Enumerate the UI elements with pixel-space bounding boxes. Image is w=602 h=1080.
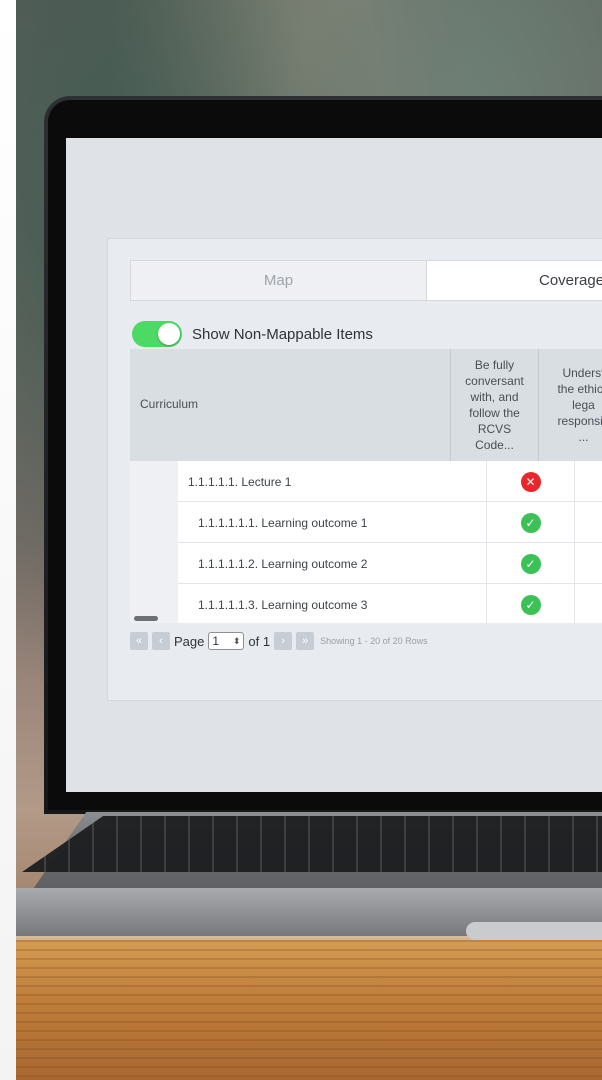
coverage-cell[interactable]: ✓	[486, 543, 574, 584]
tab-coverage[interactable]: Coverage	[426, 260, 602, 301]
chevron-left-icon[interactable]: ‹	[152, 632, 170, 650]
horizontal-scrollbar[interactable]	[134, 616, 158, 621]
row-gutter	[130, 543, 178, 584]
laptop-screen: Map Coverage Show Non-Mappable Items Cur…	[66, 138, 602, 792]
coverage-cell[interactable]: ✓	[486, 584, 574, 623]
row-label: 1.1.1.1.1. Lecture 1	[188, 474, 292, 489]
row-label: 1.1.1.1.1.2. Learning outcome 2	[198, 556, 368, 571]
show-non-mappable-toggle[interactable]	[132, 321, 182, 347]
row-label: 1.1.1.1.1.3. Learning outcome 3	[198, 597, 368, 612]
curriculum-column-header[interactable]: Curriculum	[140, 397, 198, 411]
page-select[interactable]: 1 ⬍	[208, 632, 245, 650]
table-row[interactable]: 1.1.1.1.1. Lecture 1 ✕	[130, 461, 602, 502]
double-chevron-left-icon[interactable]: «	[130, 632, 148, 650]
coverage-cell[interactable]	[574, 543, 602, 584]
grid-header: Curriculum Be fully conversant with, and…	[130, 349, 602, 462]
toggle-label: Show Non-Mappable Items	[192, 325, 373, 343]
updown-arrow-icon: ⬍	[232, 635, 241, 646]
coverage-cell[interactable]	[574, 584, 602, 623]
laptop-keyboard	[22, 816, 602, 872]
page-select-value: 1	[212, 634, 220, 648]
page-count-label: of 1	[248, 633, 271, 649]
x-circle-icon: ✕	[520, 471, 541, 492]
coverage-panel: Map Coverage Show Non-Mappable Items Cur…	[107, 238, 602, 701]
row-gutter	[130, 502, 178, 543]
row-gutter	[130, 461, 178, 502]
toggle-knob	[158, 323, 180, 345]
outcome-column-header-2[interactable]: Underst the ethica lega responsib ...	[538, 349, 602, 461]
chevron-right-icon[interactable]: ›	[274, 632, 293, 650]
pagination-bar: « ‹ Page 1 ⬍ of 1 › » Showing 1 - 20 of …	[130, 631, 428, 651]
left-edge-strip	[0, 0, 16, 1080]
row-label: 1.1.1.1.1.1. Learning outcome 1	[198, 515, 368, 530]
laptop-notch	[466, 922, 602, 940]
table-row[interactable]: 1.1.1.1.1.3. Learning outcome 3 ✓	[130, 584, 602, 623]
coverage-cell[interactable]	[574, 461, 602, 502]
wooden-desk	[16, 940, 602, 1080]
coverage-cell[interactable]: ✓	[486, 502, 574, 543]
check-circle-icon: ✓	[520, 594, 541, 615]
coverage-cell[interactable]	[574, 502, 602, 543]
non-mappable-toggle-row: Show Non-Mappable Items	[132, 321, 373, 347]
check-circle-icon: ✓	[520, 512, 541, 533]
coverage-cell[interactable]: ✕	[486, 461, 574, 502]
check-circle-icon: ✓	[520, 553, 541, 574]
outcome-column-header-1[interactable]: Be fully conversant with, and follow the…	[450, 349, 538, 461]
page-label: Page	[174, 633, 205, 649]
table-row[interactable]: 1.1.1.1.1.1. Learning outcome 1 ✓	[130, 502, 602, 543]
table-row[interactable]: 1.1.1.1.1.2. Learning outcome 2 ✓	[130, 543, 602, 584]
view-tabs: Map Coverage	[130, 260, 602, 301]
coverage-grid: Curriculum Be fully conversant with, and…	[130, 349, 602, 623]
rows-status-text: Showing 1 - 20 of 20 Rows	[320, 636, 428, 646]
tab-map[interactable]: Map	[130, 260, 426, 301]
double-chevron-right-icon[interactable]: »	[296, 632, 315, 650]
